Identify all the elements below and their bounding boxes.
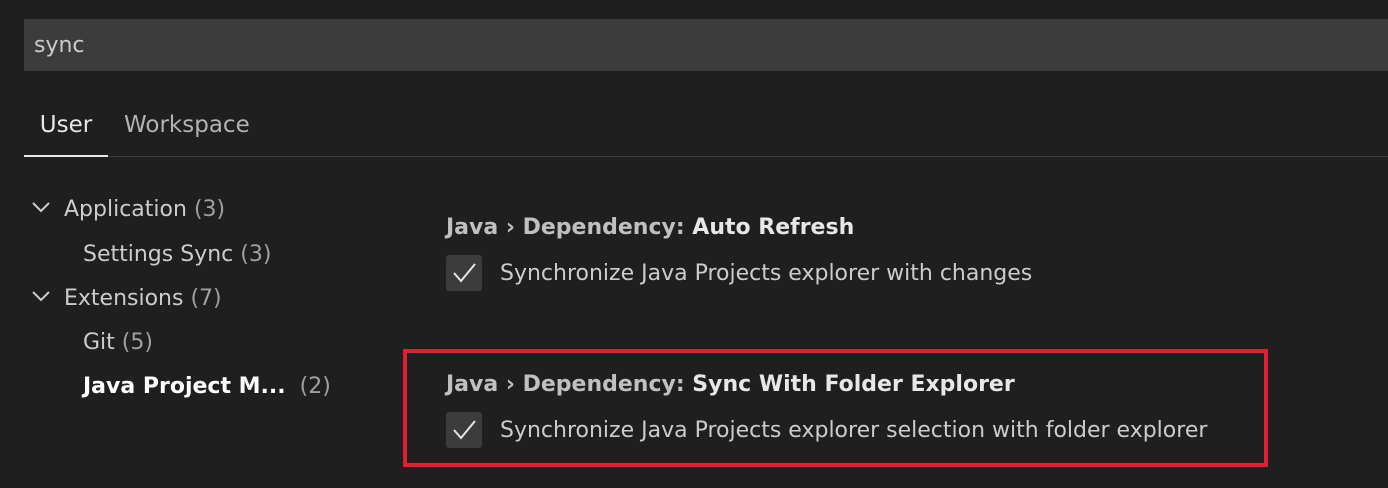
toc-item-git[interactable]: Git (5) [83, 323, 153, 363]
toc-item-label: Settings Sync [83, 242, 234, 267]
highlight-annotation-box [403, 349, 1268, 467]
toc-item-count: (3) [193, 197, 226, 222]
setting-auto-refresh: Java › Dependency: Auto Refresh Synchron… [446, 213, 1032, 291]
settings-scope-tabs: User Workspace [24, 100, 1388, 157]
toc-item-label: Application [64, 197, 187, 222]
setting-key: Auto Refresh [692, 215, 855, 240]
setting-title: Java › Dependency: Auto Refresh [446, 213, 1032, 243]
toc-item-count: (5) [121, 330, 153, 355]
tab-workspace[interactable]: Workspace [124, 100, 250, 157]
toc-item-extensions[interactable]: Extensions (7) [30, 279, 222, 319]
toc-item-count: (7) [190, 286, 222, 311]
chevron-down-icon [32, 291, 50, 302]
auto-refresh-checkbox[interactable] [446, 255, 482, 291]
toc-item-application[interactable]: Application (3) [30, 190, 225, 230]
chevron-down-icon [32, 202, 50, 213]
toc-item-label: Java Project M... [83, 374, 286, 399]
setting-description: Synchronize Java Projects explorer with … [500, 260, 1033, 286]
toc-item-label: Git [83, 330, 115, 355]
toc-item-settings-sync[interactable]: Settings Sync (3) [83, 235, 271, 275]
settings-search-bar[interactable] [24, 19, 1388, 71]
check-icon [453, 263, 476, 283]
toc-item-count: (2) [299, 374, 331, 399]
setting-category: Java › Dependency: [446, 215, 693, 240]
toc-item-java-project-manager[interactable]: Java Project M... (2) [83, 367, 331, 407]
tab-user[interactable]: User [24, 100, 108, 157]
toc-item-label: Extensions [64, 286, 184, 311]
search-input[interactable] [34, 19, 1334, 71]
toc-item-count: (3) [240, 242, 272, 267]
